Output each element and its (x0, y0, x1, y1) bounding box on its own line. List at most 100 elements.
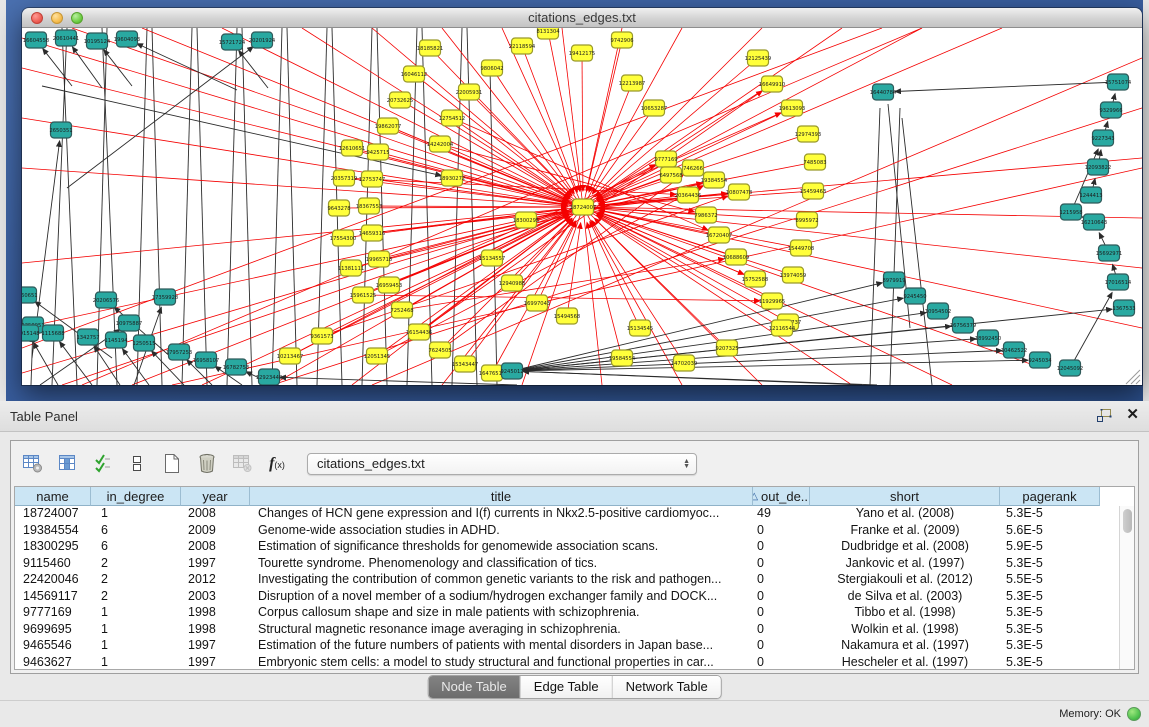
graph-node[interactable]: 12974393 (795, 126, 821, 142)
table-row[interactable]: 946362711997Embryonic stem cells: a mode… (15, 655, 1119, 670)
table-selector[interactable]: citations_edges.txt ▲ ▼ (307, 453, 697, 475)
graph-node[interactable]: 3915148 (22, 325, 40, 341)
graph-node[interactable]: 19862077 (375, 118, 401, 134)
column-header-pagerank[interactable]: pagerank (1000, 487, 1100, 506)
column-header-out-de-[interactable]: △out_de... (753, 487, 810, 506)
graph-node[interactable]: 18992450 (975, 330, 1001, 346)
table-options-button[interactable] (21, 453, 43, 475)
table-row[interactable]: 969969511998Structural magnetic resonanc… (15, 622, 1119, 639)
graph-node[interactable]: 12753747 (359, 171, 385, 187)
graph-node[interactable]: 20201924 (249, 32, 276, 48)
graph-node[interactable]: 9361573 (310, 328, 333, 344)
graph-node[interactable]: 8979919 (882, 272, 905, 288)
unselect-columns-button[interactable] (126, 453, 148, 475)
column-header-in-degree[interactable]: in_degree (91, 487, 181, 506)
graph-node[interactable]: 19384554 (701, 172, 728, 188)
graph-node[interactable]: 12125439 (745, 50, 771, 66)
graph-node[interactable]: 16046112 (401, 66, 427, 82)
graph-node[interactable]: 12051345 (364, 348, 390, 364)
graph-node[interactable]: 15343447 (452, 356, 478, 372)
graph-node[interactable]: 12116544 (769, 320, 796, 336)
graph-node[interactable]: 7986372 (694, 207, 717, 223)
graph-node[interactable]: 14242004 (427, 136, 454, 152)
graph-node[interactable]: 1145194 (104, 332, 128, 348)
graph-node[interactable]: 10975887 (116, 315, 142, 331)
graph-node[interactable]: 2650351 (49, 122, 72, 138)
graph-node[interactable]: 16997043 (524, 295, 550, 311)
graph-node[interactable]: 9227343 (1091, 130, 1114, 146)
delete-column-button[interactable] (196, 453, 218, 475)
graph-node[interactable]: 8995972 (795, 212, 818, 228)
window-titlebar[interactable]: citations_edges.txt (22, 8, 1142, 28)
tab-node-table[interactable]: Node Table (428, 676, 520, 698)
graph-node[interactable]: 17554300 (330, 230, 356, 246)
graph-node[interactable]: 17359928 (152, 289, 178, 305)
graph-node[interactable]: 746266 (683, 160, 704, 176)
graph-node[interactable]: 18367553 (356, 198, 382, 214)
graph-node[interactable]: 9245012 (500, 363, 523, 379)
table-row[interactable]: 2242004622012Investigating the contribut… (15, 572, 1119, 589)
graph-node[interactable]: 20206576 (93, 292, 119, 308)
graph-node[interactable]: 18300295 (513, 212, 539, 228)
graph-node[interactable]: 20357319 (331, 170, 357, 186)
function-builder-button[interactable]: f(x) (266, 453, 288, 475)
graph-node[interactable]: 15751074 (1105, 74, 1132, 90)
graph-node[interactable]: 15752588 (742, 271, 768, 287)
graph-node[interactable]: 10688609 (723, 249, 749, 265)
graph-node[interactable]: 9643278 (327, 200, 350, 216)
graph-node[interactable]: 16720407 (706, 227, 732, 243)
graph-node[interactable]: 9425715 (366, 144, 389, 160)
column-header-year[interactable]: year (181, 487, 250, 506)
graph-node[interactable]: 7624505 (428, 342, 451, 358)
graph-node[interactable]: 15134545 (627, 320, 653, 336)
graph-node[interactable]: 12045092 (1057, 360, 1083, 376)
table-row[interactable]: 1938455462009Genome-wide association stu… (15, 523, 1119, 540)
graph-node[interactable]: 9806042 (480, 60, 503, 76)
graph-node[interactable]: 12923448 (256, 369, 282, 385)
graph-node[interactable]: 9777169 (654, 151, 677, 167)
graph-node[interactable]: 16649910 (759, 76, 785, 92)
graph-node[interactable]: 16958107 (193, 352, 219, 368)
graph-node[interactable]: 12754512 (439, 110, 465, 126)
tab-edge-table[interactable]: Edge Table (520, 676, 612, 698)
memory-ok-icon[interactable] (1127, 707, 1141, 721)
graph-node[interactable]: 13974059 (780, 267, 806, 283)
show-column-button[interactable] (56, 453, 78, 475)
graph-node[interactable]: 10462522 (1001, 342, 1027, 358)
graph-node[interactable]: 10195124 (84, 33, 111, 49)
graph-node[interactable]: 16154436 (406, 324, 432, 340)
graph-node[interactable]: 1367533 (1112, 300, 1135, 316)
graph-node[interactable]: 22005931 (456, 84, 482, 100)
graph-node[interactable]: 15459463 (800, 183, 826, 199)
graph-node[interactable]: 19412175 (569, 45, 595, 61)
graph-node[interactable]: 20364436 (675, 187, 701, 203)
graph-node[interactable]: 19604093 (114, 31, 140, 47)
table-row[interactable]: 911546021997Tourette syndrome. Phenomeno… (15, 556, 1119, 573)
graph-node[interactable]: 9207325 (715, 340, 738, 356)
graph-node[interactable]: 10213467 (277, 348, 303, 364)
column-header-title[interactable]: title (250, 487, 753, 506)
graph-node[interactable]: 1250515 (132, 335, 155, 351)
graph-node[interactable]: 20610441 (53, 30, 79, 46)
graph-node[interactable]: 9329966 (1099, 102, 1122, 118)
graph-node[interactable]: 15721724 (219, 34, 246, 50)
import-table-button-disabled[interactable] (231, 453, 253, 475)
table-row[interactable]: 1456911722003Disruption of a novel membe… (15, 589, 1119, 606)
graph-node[interactable]: 9245034 (1028, 352, 1052, 368)
network-graph-canvas[interactable]: 1872400722118594980604222005931127545121… (22, 28, 1142, 385)
graph-node[interactable]: 18724007 (570, 199, 596, 215)
close-panel-button[interactable]: ✕ (1126, 407, 1139, 423)
graph-node[interactable]: 11929965 (759, 293, 785, 309)
graph-node[interactable]: 6497568 (659, 167, 682, 183)
vertical-scrollbar[interactable] (1119, 506, 1134, 669)
table-row[interactable]: 1872400712008Changes of HCN gene express… (15, 506, 1119, 523)
graph-node[interactable]: 9245450 (903, 288, 926, 304)
scrollbar-thumb[interactable] (1123, 509, 1132, 533)
graph-node[interactable]: 8131304 (536, 28, 560, 39)
graph-node[interactable]: 14659316 (359, 225, 385, 241)
graph-node[interactable]: 19613093 (779, 100, 805, 116)
create-column-button[interactable] (161, 453, 183, 475)
graph-node[interactable]: 15692971 (1096, 245, 1122, 261)
graph-node[interactable]: 1215958 (1059, 204, 1082, 220)
graph-node[interactable]: 11381111 (338, 260, 364, 276)
